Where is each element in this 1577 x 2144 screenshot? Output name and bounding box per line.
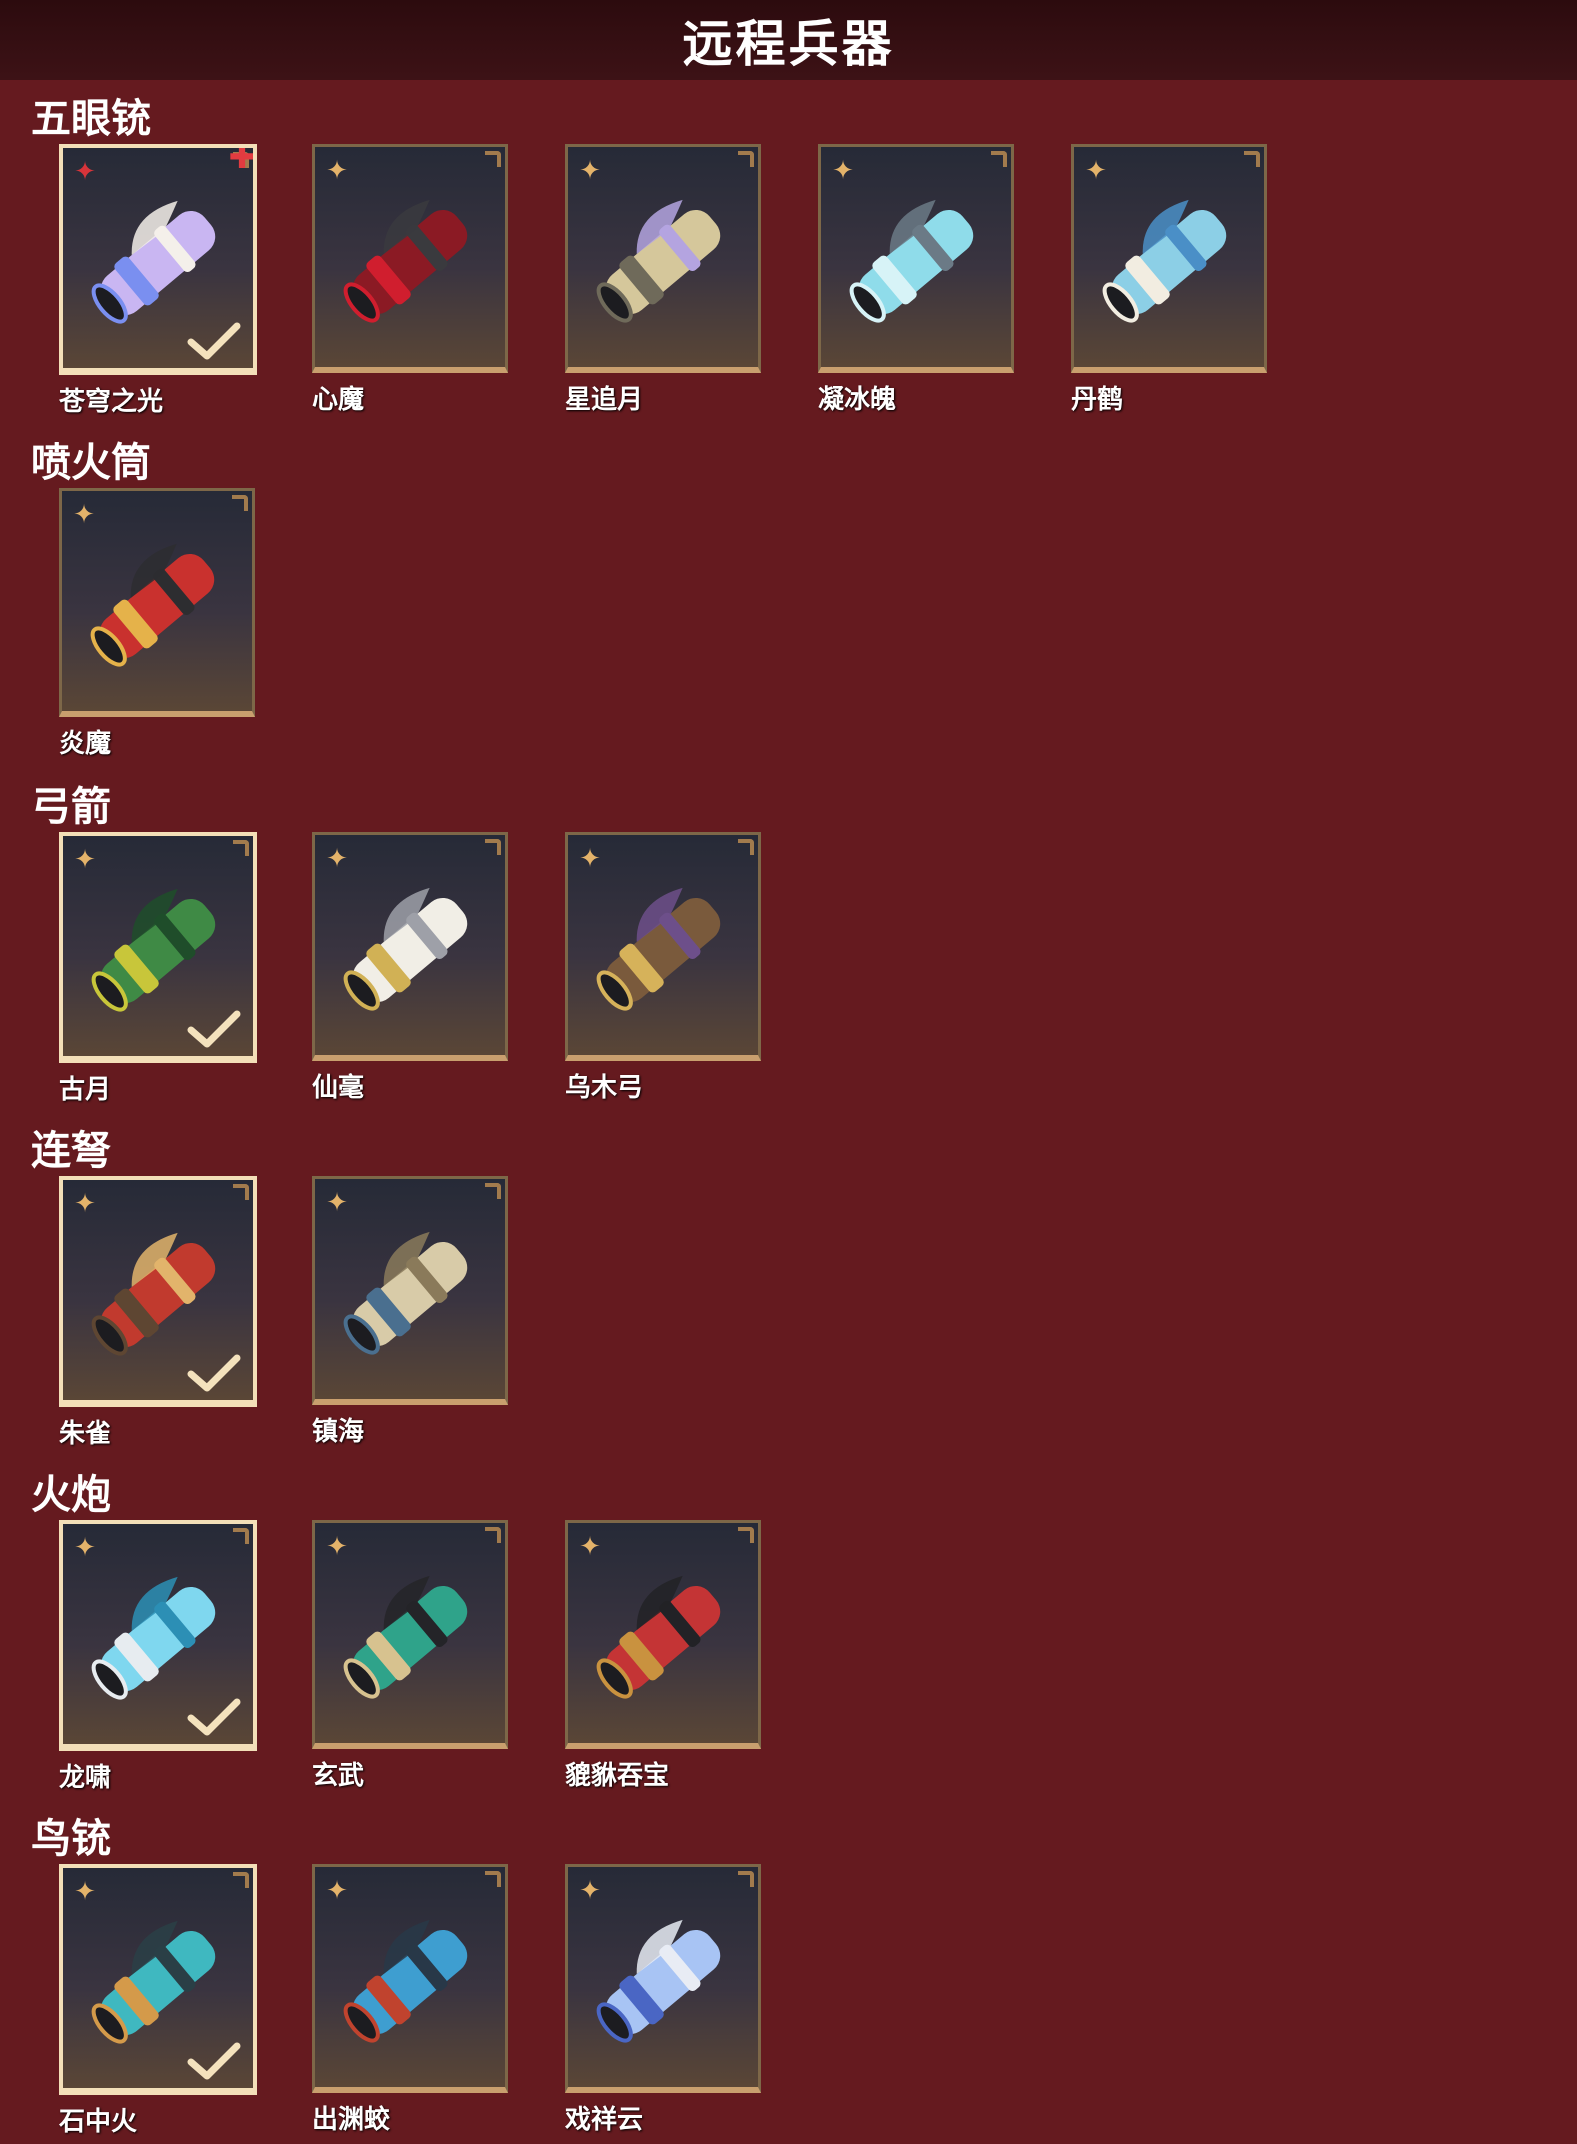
weapon-card[interactable]: ✦ 心魔 [312, 144, 508, 416]
weapon-tile[interactable]: ✦ [565, 1864, 761, 2093]
weapon-card[interactable]: ✦ 戏祥云 [565, 1864, 761, 2136]
weapon-image [343, 199, 468, 323]
weapon-tile[interactable]: ✦ [312, 1864, 508, 2093]
weapon-image [343, 887, 468, 1011]
weapon-section: 连弩 ✦ 朱雀 ✦ 镇海 [0, 1118, 1577, 1450]
section-title: 弓箭 [31, 784, 111, 830]
weapon-image [596, 887, 721, 1011]
weapon-card[interactable]: ✦ 仙毫 [312, 832, 508, 1104]
weapon-name: 仙毫 [312, 1073, 365, 1103]
weapon-tile[interactable]: ✦ [312, 1176, 508, 1405]
weapon-tile[interactable]: ✦ [59, 832, 257, 1063]
weapon-tile[interactable]: ✦ [565, 832, 761, 1061]
weapon-section: 弓箭 ✦ 古月 ✦ 仙毫 ✦ 乌木弓 [0, 774, 1577, 1106]
weapon-name: 凝冰魄 [818, 385, 897, 415]
weapon-name: 龙啸 [59, 1763, 112, 1793]
weapon-card[interactable]: ✦ ✚ 苍穹之光 [59, 144, 257, 418]
weapon-image [90, 543, 215, 667]
weapon-card[interactable]: ✦ 星追月 [565, 144, 761, 416]
weapon-tile[interactable]: ✦ [312, 1520, 508, 1749]
weapon-name: 心魔 [312, 385, 365, 415]
weapon-card[interactable]: ✦ 炎魔 [59, 488, 255, 760]
weapon-image [343, 1919, 468, 2043]
section-title: 喷火筒 [31, 440, 151, 486]
weapon-image [596, 1919, 721, 2043]
corner-ornament-icon [991, 151, 1007, 167]
weapon-image [1102, 199, 1227, 323]
corner-ornament-icon [233, 1872, 249, 1888]
weapon-name: 乌木弓 [565, 1073, 644, 1103]
weapon-tile[interactable]: ✦ [59, 1176, 257, 1407]
checkmark-icon [187, 2042, 241, 2080]
weapon-tile[interactable]: ✦ [59, 1520, 257, 1751]
corner-ornament-icon [485, 1527, 501, 1543]
corner-ornament-icon [738, 1871, 754, 1887]
section-title: 鸟铳 [31, 1816, 111, 1862]
weapon-section: 喷火筒 ✦ 炎魔 [0, 430, 1577, 760]
weapon-name: 玄武 [312, 1761, 365, 1791]
weapon-name: 戏祥云 [565, 2105, 644, 2135]
weapon-card[interactable]: ✦ 镇海 [312, 1176, 508, 1448]
corner-ornament-icon [738, 1527, 754, 1543]
weapon-image [343, 1231, 468, 1355]
weapon-image [596, 199, 721, 323]
weapon-card[interactable]: ✦ 凝冰魄 [818, 144, 1014, 416]
section-title: 五眼铳 [31, 96, 151, 142]
weapon-section: 鸟铳 ✦ 石中火 ✦ 出渊蛟 ✦ 戏祥云 [0, 1806, 1577, 2138]
weapon-name: 石中火 [59, 2107, 138, 2137]
checkmark-icon [187, 322, 241, 360]
weapon-card[interactable]: ✦ 乌木弓 [565, 832, 761, 1104]
weapon-tile[interactable]: ✦ [312, 144, 508, 373]
weapon-name: 镇海 [312, 1417, 365, 1447]
corner-ornament-icon [485, 1183, 501, 1199]
corner-ornament-icon [1244, 151, 1260, 167]
weapon-name: 朱雀 [59, 1419, 112, 1449]
section-title: 连弩 [31, 1128, 111, 1174]
weapon-name: 丹鹤 [1071, 385, 1124, 415]
corner-ornament-icon [738, 151, 754, 167]
corner-ornament-icon [232, 495, 248, 511]
weapon-tile[interactable]: ✦ [1071, 144, 1267, 373]
weapon-section: 五眼铳 ✦ ✚ 苍穹之光 ✦ 心魔 ✦ 星追月 ✦ 凝冰魄 ✦ 丹鹤 [0, 86, 1577, 418]
weapon-name: 貔貅吞宝 [565, 1761, 670, 1791]
weapon-name: 苍穹之光 [59, 387, 164, 417]
weapon-name: 出渊蛟 [312, 2105, 391, 2135]
weapon-card[interactable]: ✦ 貔貅吞宝 [565, 1520, 761, 1792]
checkmark-icon [187, 1354, 241, 1392]
page-title: 远程兵器 [682, 15, 895, 73]
weapon-tile[interactable]: ✦ [312, 832, 508, 1061]
section-title: 火炮 [31, 1472, 111, 1518]
corner-ornament-icon [233, 1184, 249, 1200]
weapon-tile[interactable]: ✦ [818, 144, 1014, 373]
weapon-image [596, 1575, 721, 1699]
weapon-tile[interactable]: ✦ [59, 488, 255, 717]
weapon-name: 炎魔 [59, 729, 112, 759]
checkmark-icon [187, 1698, 241, 1736]
upgrade-plus-icon: ✚ [228, 144, 256, 176]
corner-ornament-icon [233, 840, 249, 856]
corner-ornament-icon [738, 839, 754, 855]
corner-ornament-icon [485, 839, 501, 855]
weapon-card[interactable]: ✦ 石中火 [59, 1864, 257, 2138]
weapon-card[interactable]: ✦ 出渊蛟 [312, 1864, 508, 2136]
page-header: 远程兵器 [0, 0, 1577, 80]
corner-ornament-icon [233, 1528, 249, 1544]
checkmark-icon [187, 1010, 241, 1048]
weapon-section: 火炮 ✦ 龙啸 ✦ 玄武 ✦ 貔貅吞宝 [0, 1462, 1577, 1794]
weapon-name: 星追月 [565, 385, 644, 415]
weapon-tile[interactable]: ✦ ✚ [59, 144, 257, 375]
weapon-card[interactable]: ✦ 朱雀 [59, 1176, 257, 1450]
corner-ornament-icon [485, 151, 501, 167]
weapon-tile[interactable]: ✦ [565, 1520, 761, 1749]
corner-ornament-icon [485, 1871, 501, 1887]
weapon-image [343, 1575, 468, 1699]
weapon-image [849, 199, 974, 323]
weapon-card[interactable]: ✦ 龙啸 [59, 1520, 257, 1794]
weapon-card[interactable]: ✦ 玄武 [312, 1520, 508, 1792]
weapon-tile[interactable]: ✦ [565, 144, 761, 373]
weapon-card[interactable]: ✦ 丹鹤 [1071, 144, 1267, 416]
weapon-tile[interactable]: ✦ [59, 1864, 257, 2095]
weapon-name: 古月 [59, 1075, 112, 1105]
weapon-card[interactable]: ✦ 古月 [59, 832, 257, 1106]
